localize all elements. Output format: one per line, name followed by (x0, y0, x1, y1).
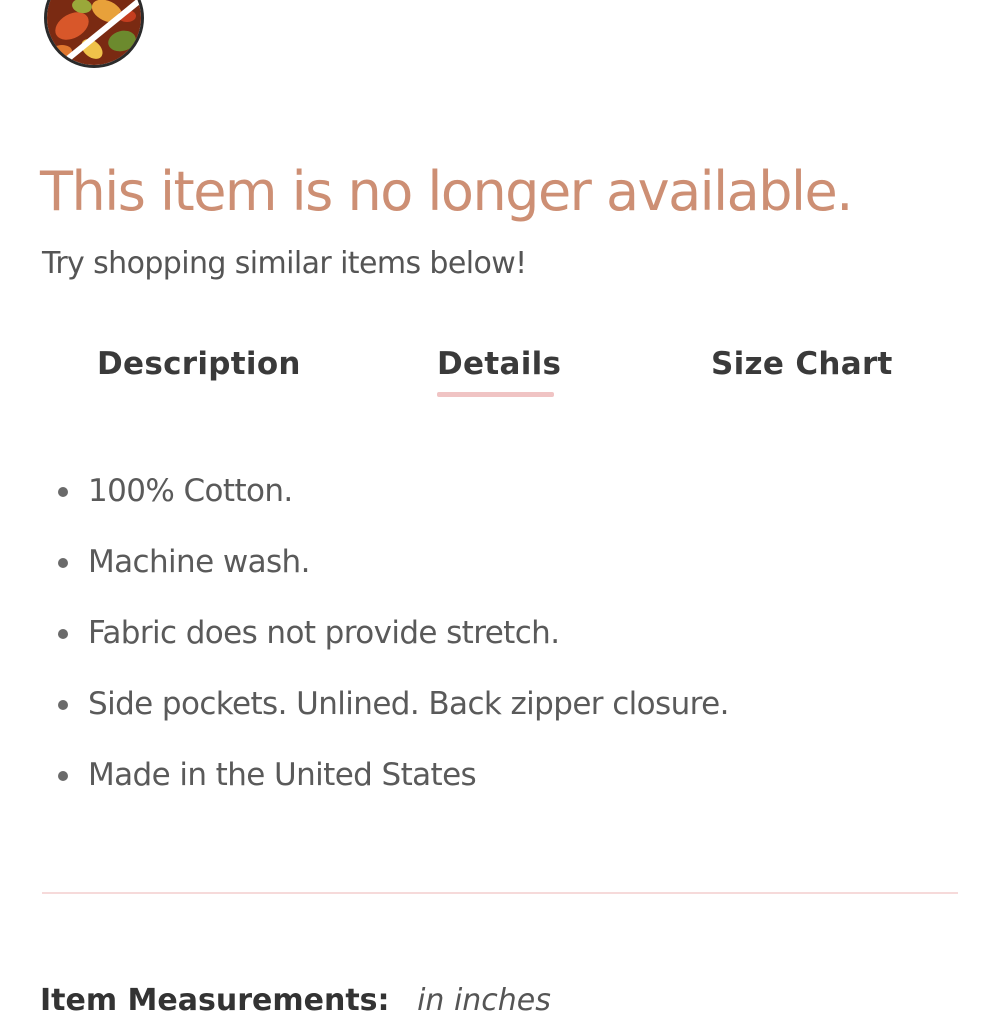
detail-text: Side pockets. Unlined. Back zipper closu… (88, 686, 729, 722)
active-tab-indicator (437, 392, 554, 397)
bullet-icon (58, 629, 68, 639)
section-divider (42, 892, 958, 894)
bullet-icon (58, 558, 68, 568)
measurements-unit: in inches (417, 983, 551, 1018)
product-info-tabs: Description Details Size Chart (0, 340, 1000, 410)
list-item: 100% Cotton. (52, 468, 729, 539)
list-item: Machine wash. (52, 539, 729, 610)
list-item: Made in the United States (52, 752, 729, 823)
detail-text: Fabric does not provide stretch. (88, 615, 560, 651)
detail-text: 100% Cotton. (88, 473, 293, 509)
tab-details[interactable]: Details (437, 346, 561, 382)
detail-text: Made in the United States (88, 757, 477, 793)
unavailable-subtitle: Try shopping similar items below! (42, 246, 527, 281)
product-color-swatch[interactable] (44, 0, 144, 68)
detail-text: Machine wash. (88, 544, 310, 580)
bullet-icon (58, 771, 68, 781)
tab-description[interactable]: Description (97, 346, 301, 382)
tab-size-chart[interactable]: Size Chart (711, 346, 893, 382)
list-item: Fabric does not provide stretch. (52, 610, 729, 681)
bullet-icon (58, 487, 68, 497)
measurements-label: Item Measurements: (40, 983, 390, 1018)
bullet-icon (58, 700, 68, 710)
details-list: 100% Cotton. Machine wash. Fabric does n… (52, 468, 729, 823)
floral-swatch-icon (47, 0, 141, 65)
list-item: Side pockets. Unlined. Back zipper closu… (52, 681, 729, 752)
item-measurements-heading: Item Measurements: in inches (40, 984, 551, 1018)
unavailable-title: This item is no longer available. (40, 160, 853, 223)
